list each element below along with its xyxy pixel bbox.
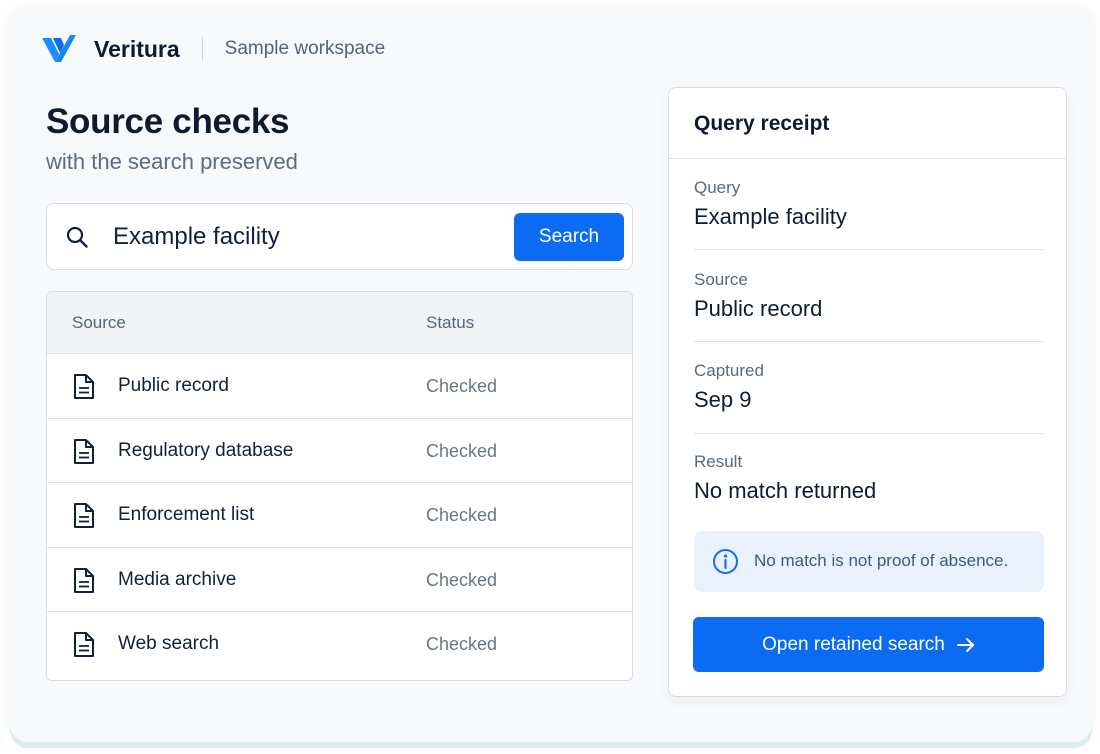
- source-name: Media archive: [118, 568, 237, 590]
- field-label: Source: [694, 270, 748, 289]
- search-bar: Search: [46, 203, 633, 270]
- page-subtitle: with the search preserved: [46, 149, 298, 174]
- source-name: Regulatory database: [118, 439, 294, 461]
- source-name: Web search: [118, 633, 220, 655]
- header-divider: [201, 37, 203, 61]
- source-name: Public record: [118, 375, 229, 396]
- document-icon: [74, 632, 94, 658]
- search-icon: [66, 226, 88, 248]
- field-value: Example facility: [694, 204, 847, 229]
- table-row[interactable]: Media archive Checked: [47, 548, 632, 613]
- field-divider: [694, 341, 1043, 342]
- field-label: Query: [694, 178, 741, 197]
- open-retained-search-button[interactable]: Open retained search: [693, 617, 1044, 672]
- notice-text: No match is not proof of absence.: [754, 551, 1009, 570]
- source-status: Checked: [426, 505, 498, 526]
- arrow-right-icon: [956, 637, 974, 652]
- receipt-header: Query receipt: [669, 88, 1066, 159]
- search-button[interactable]: Search: [514, 213, 624, 261]
- field-value: Public record: [694, 296, 823, 321]
- field-label: Result: [694, 452, 743, 471]
- column-header-status: Status: [426, 313, 475, 332]
- receipt-title: Query receipt: [694, 112, 830, 135]
- field-value: Sep 9: [694, 387, 752, 412]
- document-icon: [74, 438, 94, 464]
- field-divider: [694, 249, 1043, 250]
- sources-table: Source Status Public record Checked Regu…: [46, 291, 633, 681]
- source-name: Enforcement list: [118, 504, 255, 526]
- absence-notice: No match is not proof of absence.: [694, 531, 1044, 592]
- source-status: Checked: [426, 376, 498, 396]
- document-icon: [74, 567, 94, 593]
- receipt-field-captured: Captured Sep 9: [694, 361, 1043, 413]
- source-status: Checked: [426, 569, 498, 590]
- table-row[interactable]: Regulatory database Checked: [47, 419, 632, 484]
- open-button-label: Open retained search: [762, 633, 945, 655]
- document-icon: [74, 503, 94, 529]
- source-status: Checked: [426, 634, 498, 655]
- receipt-field-source: Source Public record: [694, 270, 1043, 322]
- source-status: Checked: [426, 440, 498, 461]
- field-divider: [694, 433, 1043, 434]
- app-window: Veritura Sample workspace Source checks …: [10, 6, 1092, 742]
- column-header-source: Source: [72, 313, 126, 332]
- field-value: No match returned: [694, 478, 877, 503]
- query-receipt-panel: Query receipt Query Example facility Sou…: [668, 87, 1067, 697]
- field-label: Captured: [694, 361, 764, 380]
- receipt-field-result: Result No match returned: [694, 452, 1043, 504]
- search-input[interactable]: [113, 216, 503, 258]
- table-row[interactable]: Web search Checked: [47, 612, 632, 677]
- veritura-logo-icon: [42, 35, 76, 62]
- table-header: Source Status: [47, 292, 632, 354]
- document-icon: [74, 374, 94, 399]
- table-row[interactable]: Public record Checked: [47, 354, 632, 419]
- brand-name: Veritura: [94, 35, 180, 62]
- receipt-field-query: Query Example facility: [694, 178, 1043, 230]
- table-row[interactable]: Enforcement list Checked: [47, 483, 632, 548]
- workspace-name[interactable]: Sample workspace: [225, 38, 386, 60]
- page-title: Source checks: [46, 102, 290, 141]
- header: Veritura Sample workspace: [40, 32, 385, 66]
- info-icon: [713, 549, 738, 574]
